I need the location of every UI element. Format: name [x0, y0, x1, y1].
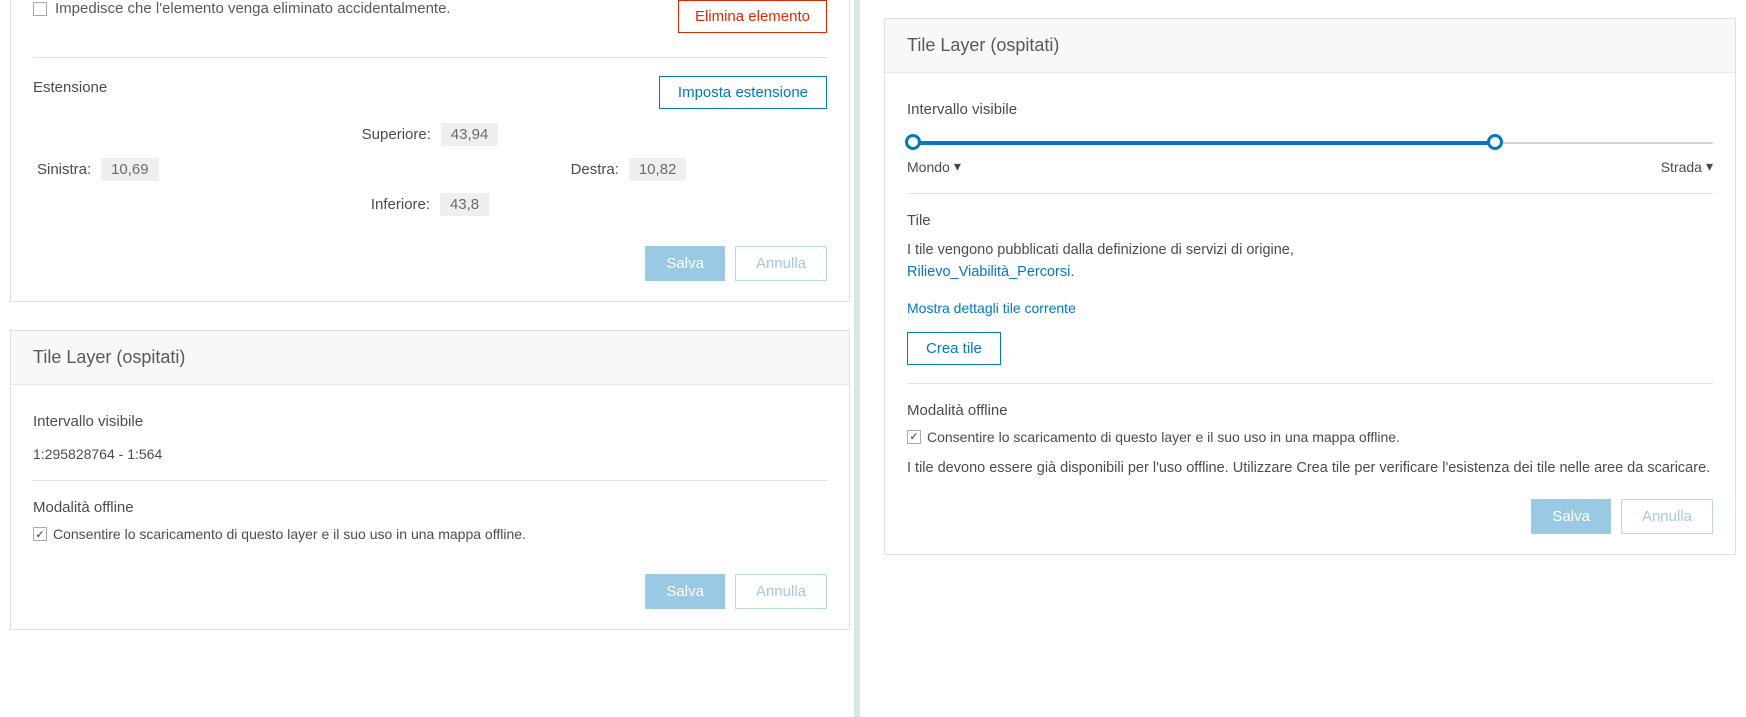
tile-text: I tile vengono pubblicati dalla definizi… [907, 242, 1294, 258]
tile-link-suffix: . [1070, 264, 1074, 280]
offline-title-right: Modalità offline [907, 402, 1713, 419]
tile-layer-header-left: Tile Layer (ospitati) [11, 331, 849, 385]
offline-checkbox-right[interactable] [907, 430, 921, 444]
chevron-down-icon: ▾ [1706, 158, 1713, 175]
item-settings-panel: Impedisce che l'elemento venga eliminato… [10, 0, 850, 302]
show-tile-details-link[interactable]: Mostra dettagli tile corrente [907, 300, 1076, 316]
tile-source-link[interactable]: Rilievo_Viabilità_Percorsi [907, 264, 1070, 280]
extent-title: Estensione [33, 79, 107, 96]
save-button[interactable]: Salva [645, 246, 725, 281]
slider-min-dropdown[interactable]: Mondo ▾ [907, 158, 961, 175]
tile-description: I tile vengono pubblicati dalla definizi… [907, 239, 1713, 284]
column-divider [850, 0, 860, 717]
offline-label-left: Consentire lo scaricamento di questo lay… [53, 526, 526, 542]
delete-protect-checkbox[interactable] [33, 2, 47, 16]
extent-grid: Superiore: 43,94 Sinistra: 10,69 Destra:… [33, 123, 827, 216]
extent-top-label: Superiore: [362, 126, 431, 143]
tile-layer-panel-right: Tile Layer (ospitati) Intervallo visibil… [884, 18, 1736, 555]
visible-range-value-left: 1:295828764 - 1:564 [33, 446, 827, 462]
delete-item-button[interactable]: Elimina elemento [678, 0, 827, 33]
extent-top-value: 43,94 [441, 123, 499, 146]
extent-left-value: 10,69 [101, 158, 159, 181]
offline-note: I tile devono essere già disponibili per… [907, 457, 1713, 479]
offline-title-left: Modalità offline [33, 499, 827, 516]
left-column: Impedisce che l'elemento venga eliminato… [0, 0, 850, 717]
extent-bottom-label: Inferiore: [371, 196, 430, 213]
set-extent-button[interactable]: Imposta estensione [659, 76, 827, 109]
cancel-button[interactable]: Annulla [735, 246, 827, 281]
extent-right-label: Destra: [571, 161, 619, 178]
extent-bottom-value: 43,8 [440, 193, 489, 216]
offline-label-right: Consentire lo scaricamento di questo lay… [927, 429, 1400, 445]
slider-fill [907, 141, 1495, 145]
slider-max-label: Strada [1661, 159, 1702, 175]
cancel-button-tile-left[interactable]: Annulla [735, 574, 827, 609]
right-column: Tile Layer (ospitati) Intervallo visibil… [860, 0, 1746, 717]
extent-left-label: Sinistra: [37, 161, 91, 178]
offline-checkbox-left[interactable] [33, 527, 47, 541]
slider-handle-min[interactable] [905, 134, 921, 150]
visible-range-title-left: Intervallo visibile [33, 413, 827, 430]
slider-min-label: Mondo [907, 159, 950, 175]
tile-title: Tile [907, 212, 1713, 229]
visible-range-title-right: Intervallo visibile [907, 101, 1713, 118]
save-button-tile-left[interactable]: Salva [645, 574, 725, 609]
create-tile-button[interactable]: Crea tile [907, 332, 1001, 365]
cancel-button-tile-right[interactable]: Annulla [1621, 499, 1713, 534]
visible-range-slider[interactable] [907, 136, 1713, 150]
delete-protect-label: Impedisce che l'elemento venga eliminato… [55, 0, 451, 17]
tile-layer-panel-left: Tile Layer (ospitati) Intervallo visibil… [10, 330, 850, 630]
extent-right-value: 10,82 [629, 158, 687, 181]
save-button-tile-right[interactable]: Salva [1531, 499, 1611, 534]
slider-handle-max[interactable] [1487, 134, 1503, 150]
chevron-down-icon: ▾ [954, 158, 961, 175]
tile-layer-header-right: Tile Layer (ospitati) [885, 19, 1735, 73]
slider-max-dropdown[interactable]: Strada ▾ [1661, 158, 1713, 175]
